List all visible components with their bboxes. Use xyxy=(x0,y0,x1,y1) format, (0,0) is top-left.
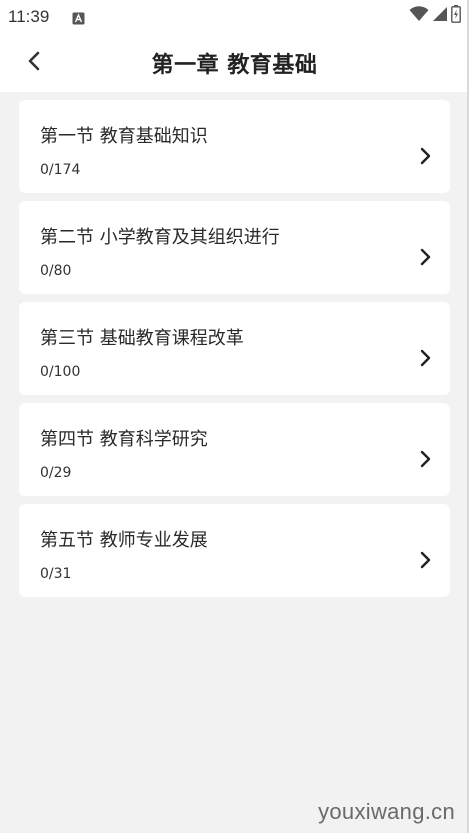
section-card[interactable]: 第二节 小学教育及其组织进行 0/80 xyxy=(19,201,450,294)
section-progress: 0/100 xyxy=(40,364,81,380)
chevron-right-icon xyxy=(418,248,432,266)
section-card[interactable]: 第一节 教育基础知识 0/174 xyxy=(19,100,450,193)
notification-a-icon xyxy=(72,10,85,25)
screen: 11:39 第一章 教育基础 第一节 教育基础知识 0/174 第二节 小学教育… xyxy=(0,0,469,833)
section-title: 第五节 教师专业发展 xyxy=(40,530,208,551)
watermark: youxiwang.cn xyxy=(318,799,455,824)
chevron-right-icon xyxy=(418,147,432,165)
wifi-icon xyxy=(409,6,429,26)
section-title: 第三节 基础教育课程改革 xyxy=(40,328,244,349)
section-title: 第四节 教育科学研究 xyxy=(40,429,208,450)
status-icons xyxy=(409,5,461,27)
section-progress: 0/31 xyxy=(40,566,72,582)
section-card[interactable]: 第四节 教育科学研究 0/29 xyxy=(19,403,450,496)
chevron-right-icon xyxy=(418,349,432,367)
section-progress: 0/80 xyxy=(40,263,72,279)
chevron-right-icon xyxy=(418,450,432,468)
section-title: 第一节 教育基础知识 xyxy=(40,126,208,147)
battery-icon xyxy=(451,5,461,27)
signal-icon xyxy=(432,6,448,26)
section-progress: 0/174 xyxy=(40,162,81,178)
section-list: 第一节 教育基础知识 0/174 第二节 小学教育及其组织进行 0/80 第三节… xyxy=(19,100,450,605)
status-time: 11:39 xyxy=(8,7,50,26)
status-bar: 11:39 xyxy=(0,0,469,34)
section-card[interactable]: 第三节 基础教育课程改革 0/100 xyxy=(19,302,450,395)
section-title: 第二节 小学教育及其组织进行 xyxy=(40,227,280,248)
section-progress: 0/29 xyxy=(40,465,72,481)
chevron-right-icon xyxy=(418,551,432,569)
page-title: 第一章 教育基础 xyxy=(151,53,318,78)
section-card[interactable]: 第五节 教师专业发展 0/31 xyxy=(19,504,450,597)
header: 第一章 教育基础 xyxy=(0,34,469,92)
